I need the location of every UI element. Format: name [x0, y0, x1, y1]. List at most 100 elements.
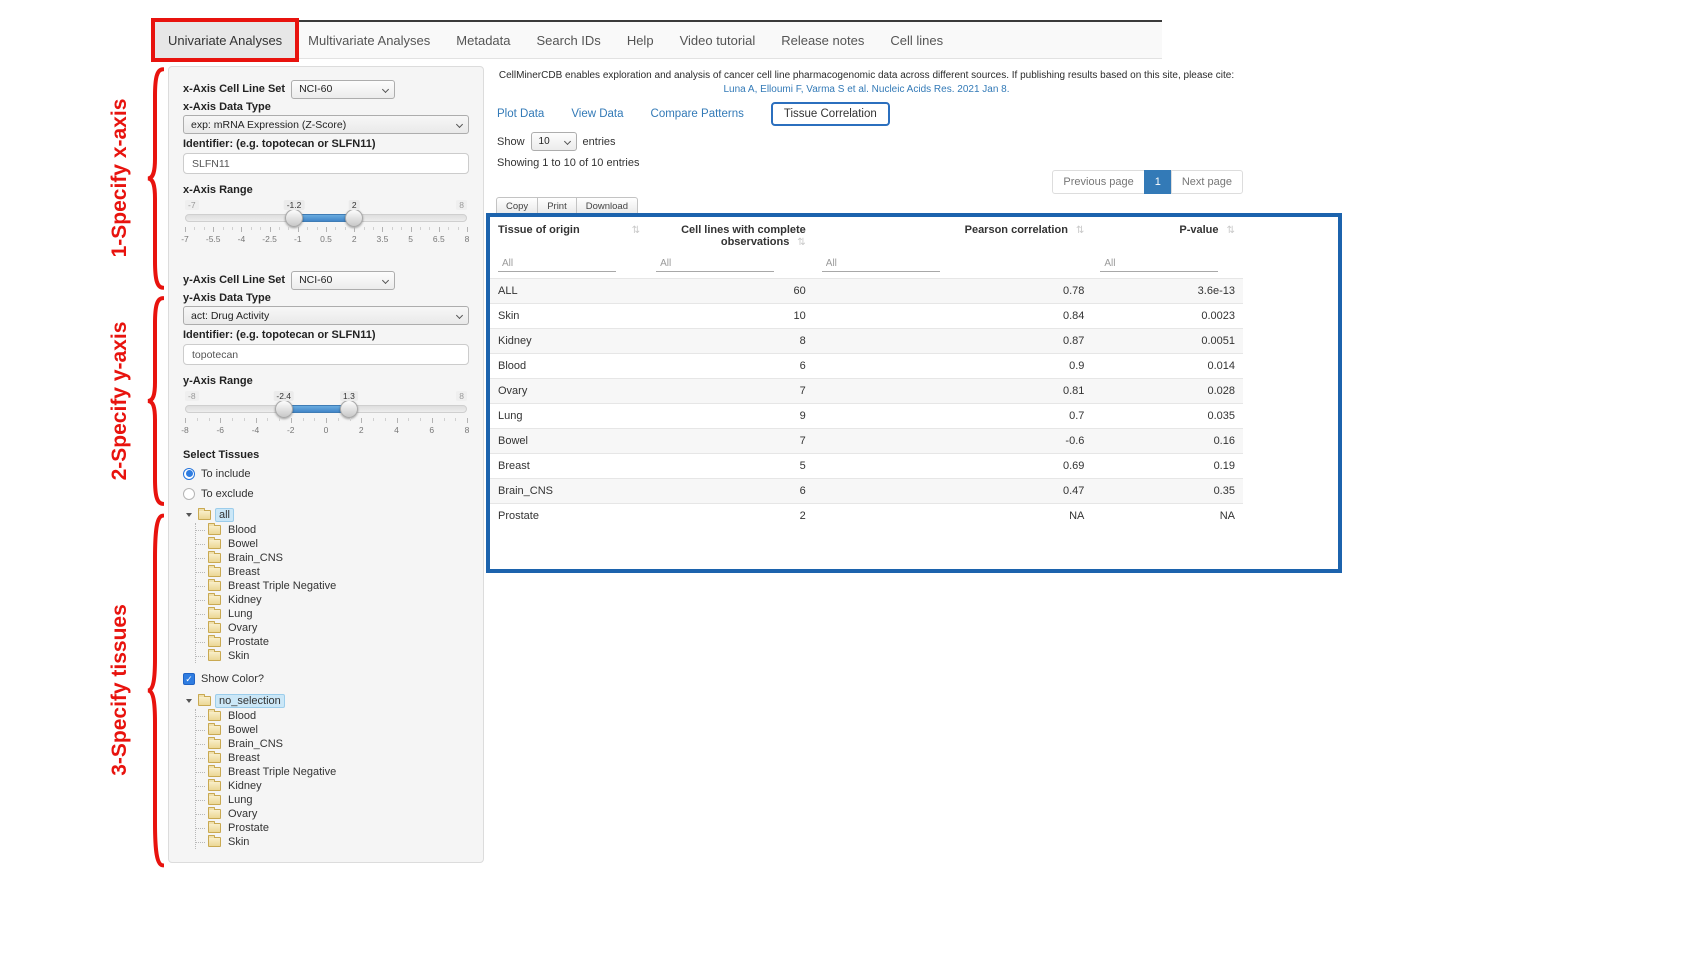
tree-item[interactable]: Blood: [196, 709, 469, 723]
table-row[interactable]: Ovary 7 0.81 0.028: [490, 378, 1243, 403]
cell-pvalue: 0.0051: [1092, 329, 1243, 353]
folder-icon: [208, 711, 221, 721]
tree-item[interactable]: Brain_CNS: [196, 737, 469, 751]
show-entries-control: Show 10 entries: [497, 132, 616, 151]
nav-item[interactable]: Release notes: [768, 22, 877, 58]
y-identifier-input[interactable]: [183, 344, 469, 365]
tree-item-label: Blood: [225, 710, 259, 722]
table-row[interactable]: Brain_CNS 6 0.47 0.35: [490, 478, 1243, 503]
tree-item[interactable]: Blood: [196, 523, 469, 537]
tree-item[interactable]: Lung: [196, 607, 469, 621]
slider-handle-to[interactable]: [345, 209, 363, 227]
x-data-type-select[interactable]: exp: mRNA Expression (Z-Score): [183, 115, 469, 134]
filter-input-pearson[interactable]: [822, 256, 940, 272]
tree-item[interactable]: Ovary: [196, 807, 469, 821]
table-row[interactable]: Kidney 8 0.87 0.0051: [490, 328, 1243, 353]
export-button[interactable]: Download: [576, 197, 638, 216]
next-page-button[interactable]: Next page: [1171, 170, 1243, 194]
tree-item[interactable]: Brain_CNS: [196, 551, 469, 565]
slider-max-label: 8: [456, 391, 467, 401]
tree-item[interactable]: Bowel: [196, 723, 469, 737]
sort-icon[interactable]: ⇅: [1076, 225, 1084, 236]
export-button[interactable]: Copy: [496, 197, 538, 216]
table-row[interactable]: Blood 6 0.9 0.014: [490, 353, 1243, 378]
tree-item[interactable]: Breast Triple Negative: [196, 765, 469, 779]
table-header-row: Tissue of origin ⇅ Cell lines with compl…: [490, 218, 1243, 254]
nav-item[interactable]: Metadata: [443, 22, 523, 58]
tree-item[interactable]: Breast Triple Negative: [196, 579, 469, 593]
tree-item[interactable]: Skin: [196, 835, 469, 849]
table-row[interactable]: Bowel 7 -0.6 0.16: [490, 428, 1243, 453]
nav-item[interactable]: Cell lines: [877, 22, 956, 58]
table-row[interactable]: ALL 60 0.78 3.6e-13: [490, 278, 1243, 303]
y-axis-range-slider[interactable]: -8 8 -2.4 1.3 -8-6-4-202468: [185, 391, 467, 435]
sort-icon[interactable]: ⇅: [1227, 225, 1235, 236]
folder-icon: [198, 510, 211, 520]
y-data-type-select[interactable]: act: Drug Activity: [183, 306, 469, 325]
table-row[interactable]: Lung 9 0.7 0.035: [490, 403, 1243, 428]
filter-input-cell-lines[interactable]: [656, 256, 774, 272]
filter-input-tissue[interactable]: [498, 256, 616, 272]
sort-icon[interactable]: ⇅: [632, 225, 640, 236]
nav-item[interactable]: Multivariate Analyses: [295, 22, 443, 58]
slider-from-label: -1.2: [284, 200, 305, 210]
slider-handle-from[interactable]: [275, 400, 293, 418]
export-button[interactable]: Print: [537, 197, 577, 216]
cell-pearson: NA: [814, 504, 1093, 528]
tree-item[interactable]: Bowel: [196, 537, 469, 551]
radio-to-include[interactable]: To include: [183, 466, 469, 481]
result-tab[interactable]: Compare Patterns: [651, 108, 744, 120]
tree-item[interactable]: Ovary: [196, 621, 469, 635]
filter-input-pvalue[interactable]: [1100, 256, 1218, 272]
slider-min-label: -7: [185, 200, 199, 210]
tree-item[interactable]: Kidney: [196, 779, 469, 793]
nav-item[interactable]: Video tutorial: [667, 22, 769, 58]
slider-handle-from[interactable]: [285, 209, 303, 227]
page-1-button[interactable]: 1: [1144, 170, 1172, 194]
tree-item[interactable]: Prostate: [196, 821, 469, 835]
citation-link[interactable]: Luna A, Elloumi F, Varma S et al. Nuclei…: [490, 84, 1243, 95]
table-row[interactable]: Skin 10 0.84 0.0023: [490, 303, 1243, 328]
cell-tissue: Prostate: [490, 504, 648, 528]
tree-item[interactable]: Lung: [196, 793, 469, 807]
folder-icon: [208, 753, 221, 763]
tree-item[interactable]: Kidney: [196, 593, 469, 607]
result-tab[interactable]: View Data: [571, 108, 623, 120]
table-row[interactable]: Prostate 2 NA NA: [490, 503, 1243, 528]
cell-pearson: 0.7: [814, 404, 1093, 428]
column-header-tissue[interactable]: Tissue of origin ⇅: [490, 218, 648, 254]
previous-page-button[interactable]: Previous page: [1052, 170, 1144, 194]
tree-toggle-icon[interactable]: [185, 697, 194, 706]
entries-count-select[interactable]: 10: [531, 132, 577, 151]
tree-item[interactable]: Skin: [196, 649, 469, 663]
cell-pvalue: 0.035: [1092, 404, 1243, 428]
tree-root-all[interactable]: all: [185, 507, 469, 523]
nav-item[interactable]: Help: [614, 22, 667, 58]
tree-toggle-icon[interactable]: [185, 511, 194, 520]
result-tab[interactable]: Tissue Correlation: [771, 102, 890, 126]
slider-track: [185, 214, 467, 222]
sort-icon[interactable]: ⇅: [797, 237, 805, 248]
column-header-cell-lines[interactable]: Cell lines with complete observations ⇅: [648, 218, 814, 254]
x-identifier-input[interactable]: [183, 153, 469, 174]
x-axis-range-slider[interactable]: -7 8 -1.2 2 -7-5.5-4-2.5-10.523.556.58: [185, 200, 467, 244]
column-header-pearson[interactable]: Pearson correlation ⇅: [814, 218, 1093, 254]
cell-cell-lines: 7: [648, 429, 814, 453]
result-tab[interactable]: Plot Data: [497, 108, 544, 120]
tree-item[interactable]: Prostate: [196, 635, 469, 649]
tree-item[interactable]: Breast: [196, 751, 469, 765]
nav-item[interactable]: Search IDs: [524, 22, 614, 58]
radio-to-exclude[interactable]: To exclude: [183, 486, 469, 501]
cell-tissue: Breast: [490, 454, 648, 478]
column-header-pvalue[interactable]: P-value ⇅: [1092, 218, 1243, 254]
tree-item[interactable]: Breast: [196, 565, 469, 579]
slider-handle-to[interactable]: [340, 400, 358, 418]
tree-root-no-selection[interactable]: no_selection: [185, 693, 469, 709]
nav-item[interactable]: Univariate Analyses: [155, 22, 295, 58]
y-cell-line-set-select[interactable]: NCI-60: [291, 271, 395, 290]
table-row[interactable]: Breast 5 0.69 0.19: [490, 453, 1243, 478]
folder-icon: [208, 595, 221, 605]
show-color-checkbox[interactable]: ✓ Show Color?: [183, 671, 469, 687]
x-cell-line-set-select[interactable]: NCI-60: [291, 80, 395, 99]
nav-item-label: Release notes: [781, 33, 864, 48]
